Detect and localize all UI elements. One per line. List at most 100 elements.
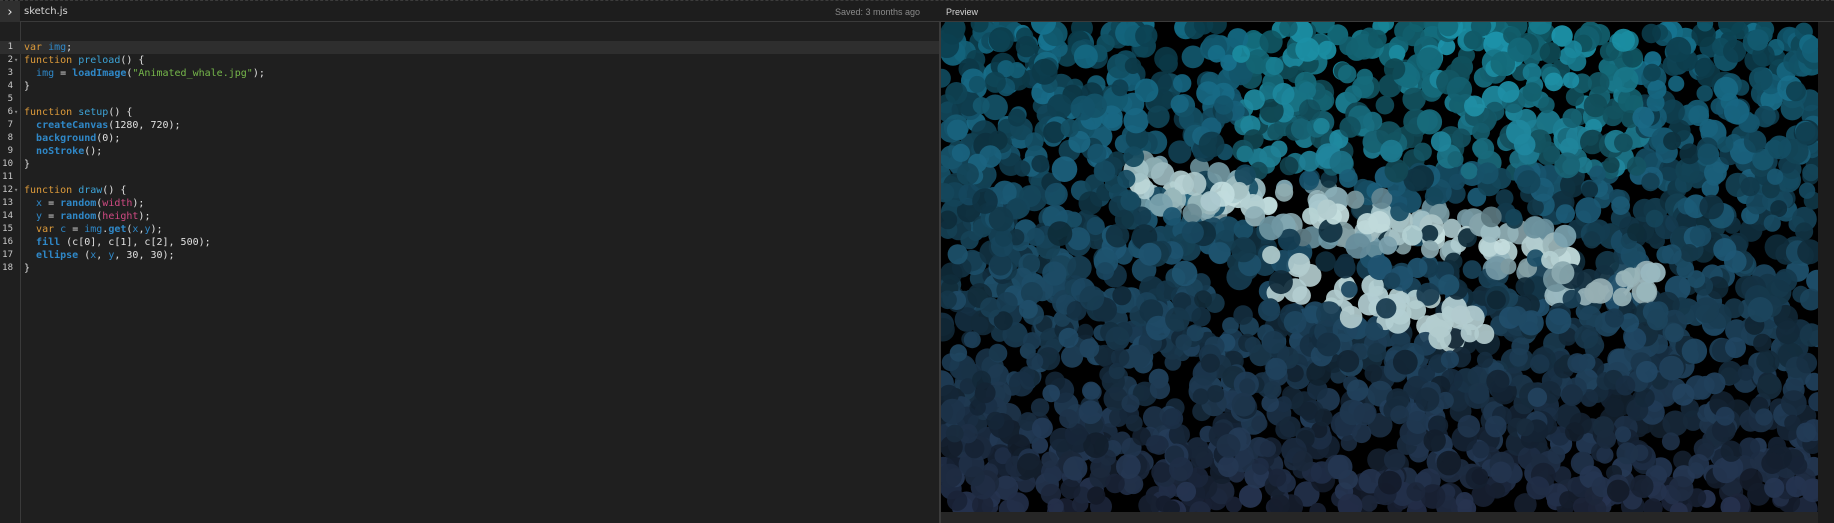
paint-dot	[1490, 461, 1512, 484]
line-number: 12	[2, 185, 13, 195]
code-line[interactable]: 6 ▾ function setup() {	[0, 106, 939, 119]
paint-dot	[1538, 96, 1555, 114]
paint-dot	[1428, 326, 1452, 350]
whale-painting	[941, 22, 1818, 512]
paint-dot	[1421, 225, 1439, 243]
paint-dot	[1547, 446, 1566, 465]
sketch-canvas[interactable]	[941, 22, 1818, 512]
paint-dot	[1402, 225, 1423, 246]
fold-arrow-icon[interactable]: ▾	[14, 106, 18, 119]
paint-dot	[1511, 337, 1530, 356]
code-line[interactable]: 9 noStroke();	[0, 145, 939, 158]
paint-dot	[1051, 156, 1078, 182]
paint-dot	[1073, 44, 1098, 69]
paint-dot	[1336, 350, 1360, 373]
code-line[interactable]: 14 y = random(height);	[0, 210, 939, 223]
code-line[interactable]: 13 x = random(width);	[0, 197, 939, 210]
paint-dot	[1763, 214, 1781, 232]
code-token: );	[138, 211, 151, 222]
paint-dot	[1365, 322, 1384, 341]
code-editor[interactable]: 1 var img; 2 ▾ function preload() {3 img = l…	[0, 22, 939, 523]
paint-dot	[1042, 261, 1067, 286]
paint-dot	[1407, 257, 1428, 278]
code-line[interactable]: 10}	[0, 158, 939, 171]
code-line[interactable]: 8 background(0);	[0, 132, 939, 145]
code-line[interactable]: 15 var c = img.get(x,y);	[0, 223, 939, 236]
code-line[interactable]: 5	[0, 93, 939, 106]
paint-dot	[1795, 121, 1818, 145]
paint-dot	[1047, 221, 1073, 247]
paint-dot	[1078, 400, 1103, 425]
paint-dot	[1302, 207, 1320, 225]
paint-dot	[1522, 82, 1542, 102]
file-tab-sketch[interactable]: sketch.js	[24, 1, 68, 23]
paint-dot	[968, 75, 986, 93]
paint-dot	[1646, 309, 1668, 331]
paint-dot	[1738, 437, 1761, 459]
paint-dot	[1041, 451, 1058, 468]
code-token: (0);	[96, 133, 121, 144]
paint-dot	[1423, 429, 1446, 452]
preview-vertical-scrollbar[interactable]	[1818, 22, 1834, 523]
paint-dot	[1681, 338, 1708, 364]
code-line[interactable]: 16 fill (c[0], c[1], c[2], 500);	[0, 236, 939, 249]
code-line[interactable]: 1 var img;	[0, 41, 939, 54]
paint-dot	[1112, 286, 1132, 306]
line-number: 1	[7, 42, 13, 52]
paint-dot	[1668, 476, 1694, 502]
code-line[interactable]: 7 createCanvas(1280, 720);	[0, 119, 939, 132]
code-text: fill (c[0], c[1], c[2], 500);	[24, 236, 211, 249]
paint-dot	[1515, 277, 1535, 297]
paint-dot	[1327, 454, 1353, 480]
paint-dot	[1530, 354, 1550, 374]
paint-dot	[1785, 81, 1806, 102]
preview-label: Preview	[946, 7, 979, 17]
paint-dot	[1384, 158, 1409, 183]
code-line[interactable]: 12 ▾ function draw() {	[0, 184, 939, 197]
paint-dot	[1192, 388, 1210, 405]
fold-arrow-icon[interactable]: ▾	[14, 184, 18, 197]
preview-horizontal-scrollbar[interactable]	[941, 512, 1818, 523]
code-line[interactable]: 18}	[0, 262, 939, 275]
code-line[interactable]: 4}	[0, 80, 939, 93]
paint-dot	[1516, 170, 1541, 194]
paint-dot	[1316, 332, 1341, 357]
paint-dot	[1606, 479, 1630, 503]
paint-dot	[1014, 160, 1031, 177]
paint-dot	[1743, 130, 1767, 153]
paint-dot	[1063, 456, 1088, 481]
paint-dot	[1017, 453, 1042, 479]
paint-dot	[980, 297, 1001, 318]
paint-dot	[1724, 298, 1745, 319]
code-lines[interactable]: 1 var img; 2 ▾ function preload() {3 img = l…	[0, 41, 939, 275]
code-line[interactable]: 11	[0, 171, 939, 184]
paint-dot	[1031, 417, 1053, 439]
code-text: }	[24, 80, 30, 93]
paint-dot	[1008, 371, 1035, 397]
paint-dot	[1604, 397, 1625, 418]
code-token: }	[24, 81, 31, 92]
code-line[interactable]: 3 img = loadImage("Animated_whale.jpg");	[0, 67, 939, 80]
paint-dot	[1123, 146, 1145, 168]
code-token: (1280, 720);	[108, 120, 181, 131]
paint-dot	[1175, 334, 1192, 351]
paint-dot	[1171, 260, 1198, 287]
fold-arrow-icon[interactable]: ▾	[14, 54, 18, 67]
sidebar-toggle-button[interactable]: ›	[0, 1, 20, 23]
code-text: y = random(height);	[24, 210, 150, 223]
code-line[interactable]: 2 ▾ function preload() {	[0, 54, 939, 67]
paint-dot	[1093, 160, 1116, 182]
code-line[interactable]: 17 ellipse (x, y, 30, 30);	[0, 249, 939, 262]
paint-dot	[1406, 482, 1426, 502]
paint-dot	[1378, 236, 1398, 255]
paint-dot	[1043, 465, 1062, 484]
code-text: var img;	[24, 41, 72, 54]
paint-dot	[1105, 223, 1130, 248]
code-token: }	[24, 159, 31, 170]
code-token: (	[78, 250, 91, 261]
paint-dot	[1543, 145, 1560, 163]
paint-dot	[1239, 378, 1256, 395]
